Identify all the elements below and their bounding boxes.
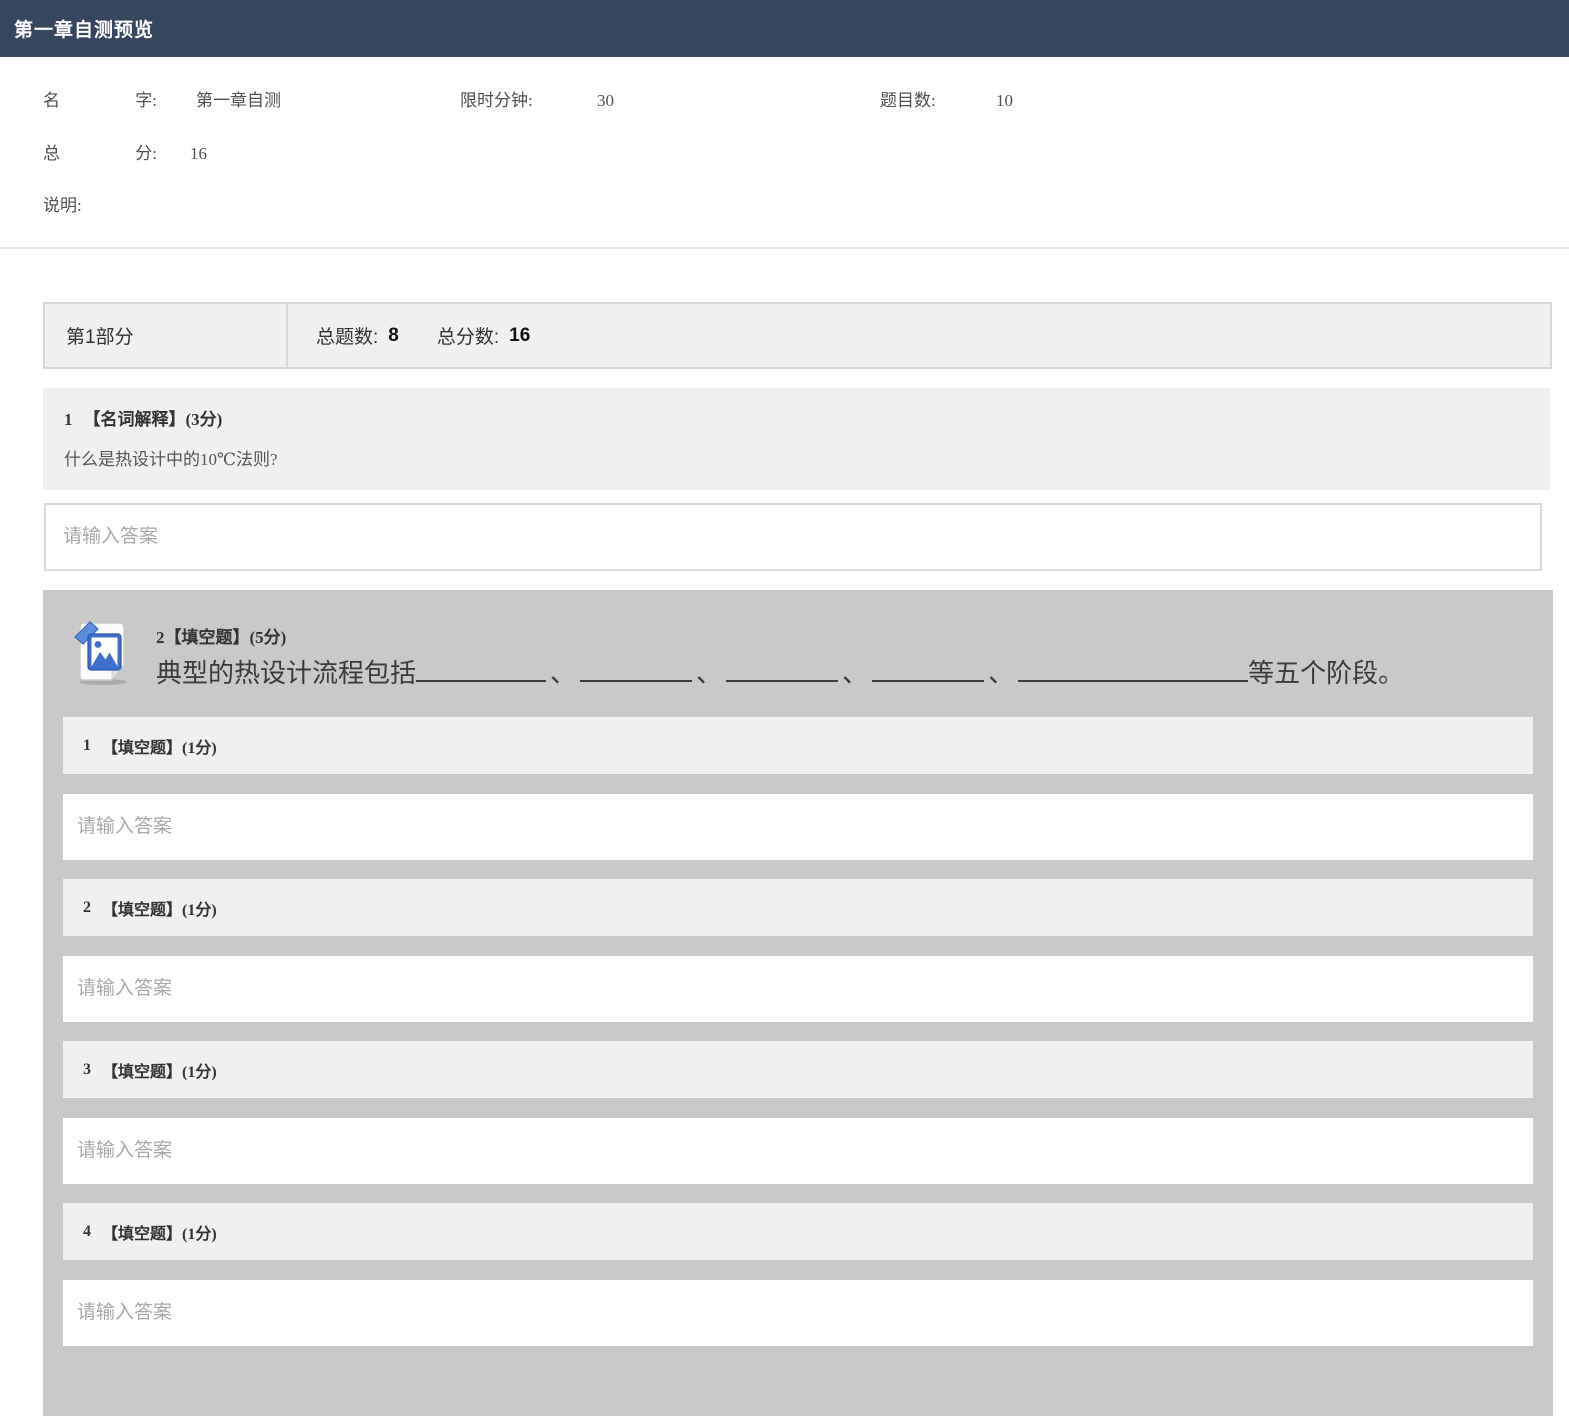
question-2-content: 2【填空题】(5分) 典型的热设计流程包括、、、、等五个阶段。	[73, 618, 1513, 696]
sub-question-list: 1【填空题】(1分) 2【填空题】(1分) 3【填空题】(1分) 4【填空题】(…	[63, 717, 1533, 1346]
quiz-info-panel: 名字: 第一章自测 限时分钟: 30 题目数: 10 总分: 16 说明:	[0, 57, 1569, 249]
question-1-block: 1 【名词解释】(3分) 什么是热设计中的10℃法则?	[43, 388, 1550, 490]
sub-question-4-header: 4【填空题】(1分)	[63, 1203, 1533, 1260]
fill-blank-line-3	[726, 658, 838, 682]
question-2-header: 2【填空题】(5分)	[73, 618, 1513, 648]
section-score-total-value: 16	[509, 325, 530, 347]
time-limit-label: 限时分钟:	[460, 91, 533, 111]
page-title: 第一章自测预览	[14, 15, 154, 42]
total-score-value: 16	[190, 144, 207, 164]
question-2-number: 2	[156, 628, 165, 647]
sub-question-2-answer-input[interactable]	[63, 956, 1533, 1022]
image-file-icon	[73, 620, 130, 686]
question-count-value: 10	[996, 91, 1013, 111]
question-2-text-after: 等五个阶段。	[1248, 659, 1404, 688]
question-1-header: 1 【名词解释】(3分)	[64, 405, 1550, 430]
question-1-score: (3分)	[186, 410, 223, 429]
question-count-label: 题目数:	[880, 91, 936, 111]
sub-question-3-header: 3【填空题】(1分)	[63, 1041, 1533, 1098]
time-limit-value: 30	[597, 91, 614, 111]
fill-blank-line-2	[580, 658, 692, 682]
section-question-total-label: 总题数:	[316, 322, 378, 349]
question-2-block: 2【填空题】(5分) 典型的热设计流程包括、、、、等五个阶段。 1【填空题】(1…	[43, 590, 1553, 1416]
sub-question-1-header: 1【填空题】(1分)	[63, 717, 1533, 774]
section-score-total-label: 总分数:	[437, 322, 499, 349]
fill-blank-line-1	[416, 658, 546, 682]
quiz-name-value: 第一章自测	[196, 91, 281, 111]
question-2-score: (5分)	[250, 628, 287, 647]
fill-blank-line-4	[872, 658, 984, 682]
sub-question-4-answer-input[interactable]	[63, 1280, 1533, 1346]
section-header: 第1部分 总题数: 8 总分数: 16	[43, 302, 1552, 369]
section-stats: 总题数: 8 总分数: 16	[288, 304, 530, 367]
sub-question-3-answer-input[interactable]	[63, 1118, 1533, 1184]
total-score-label: 总分:	[43, 144, 157, 164]
question-2-text: 典型的热设计流程包括、、、、等五个阶段。	[73, 652, 1513, 696]
question-1-answer-input[interactable]	[44, 503, 1542, 571]
sub-question-2-header: 2【填空题】(1分)	[63, 879, 1533, 936]
section-question-total-value: 8	[388, 325, 399, 347]
description-label: 说明:	[43, 196, 82, 216]
question-1-text: 什么是热设计中的10℃法则?	[64, 445, 1550, 470]
question-1-number: 1	[64, 410, 73, 429]
question-1-type-tag: 【名词解释】	[84, 410, 186, 429]
title-bar: 第一章自测预览	[0, 0, 1569, 57]
sub-question-1-answer-input[interactable]	[63, 794, 1533, 860]
section-title: 第1部分	[45, 304, 288, 367]
question-2-type-tag: 【填空题】	[165, 628, 250, 647]
question-2-text-before: 典型的热设计流程包括	[156, 659, 416, 688]
quiz-name-label: 名字:	[43, 91, 157, 111]
fill-blank-line-5	[1018, 658, 1248, 682]
